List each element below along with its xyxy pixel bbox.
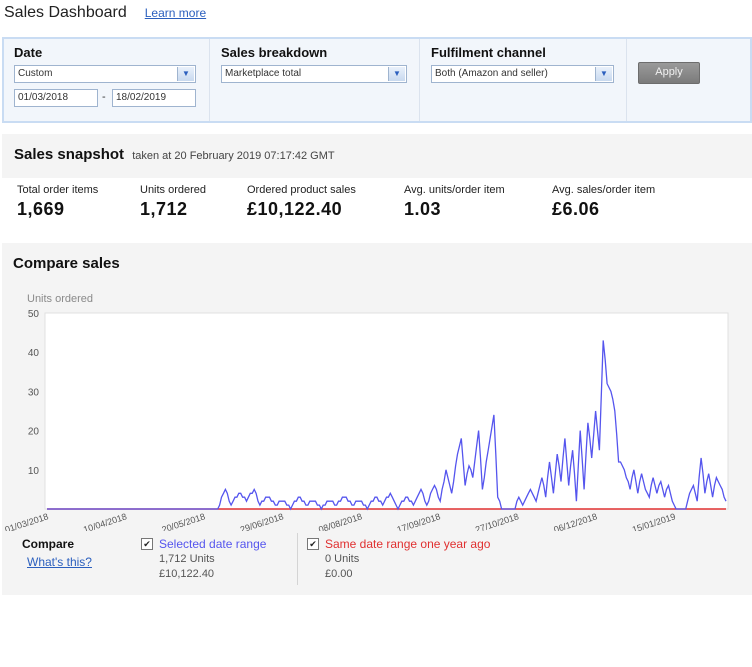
x-tick-label: 01/03/2018 xyxy=(4,511,50,531)
x-tick-label: 15/01/2019 xyxy=(631,511,677,531)
metric-value: 1,712 xyxy=(140,199,188,219)
sales-breakdown-label: Sales breakdown xyxy=(221,45,328,60)
dashboard-header: Sales Dashboard Learn more xyxy=(4,4,206,28)
metric-value: £10,122.40 xyxy=(247,199,343,219)
x-tick-label: 17/09/2018 xyxy=(396,511,442,531)
metric-units-ordered: Units ordered 1,712 xyxy=(140,184,206,220)
y-tick-label: 50 xyxy=(28,309,40,320)
y-tick-label: 40 xyxy=(28,348,40,359)
legend-sales: £10,122.40 xyxy=(159,568,215,580)
y-tick-label: 30 xyxy=(28,387,40,398)
fulfilment-channel-group: Fulfilment channel Both (Amazon and sell… xyxy=(419,39,627,121)
date-to-input[interactable]: 18/02/2019 xyxy=(112,89,196,107)
sales-breakdown-select[interactable]: Marketplace total ▼ xyxy=(221,65,407,83)
legend-units: 1,712 Units xyxy=(159,553,215,565)
dropdown-arrow-icon[interactable]: ▼ xyxy=(177,67,194,81)
whats-this-link[interactable]: What's this? xyxy=(27,555,92,569)
legend-sales: £0.00 xyxy=(325,568,353,580)
metric-label: Avg. units/order item xyxy=(404,184,505,196)
dropdown-arrow-icon[interactable]: ▼ xyxy=(595,67,612,81)
metric-label: Total order items xyxy=(17,184,99,196)
metric-total-order-items: Total order items 1,669 xyxy=(17,184,98,220)
sales-snapshot-heading: Sales snapshot taken at 20 February 2019… xyxy=(14,146,335,163)
compare-label: Compare xyxy=(22,537,75,551)
compare-legend: Compare What's this? ✔ Selected date ran… xyxy=(2,533,752,595)
metric-value: 1,669 xyxy=(17,199,65,219)
sales-snapshot-panel: Sales snapshot taken at 20 February 2019… xyxy=(2,134,752,230)
sales-snapshot-title: Sales snapshot xyxy=(14,146,125,163)
legend-divider xyxy=(297,533,298,585)
date-label: Date xyxy=(14,45,43,60)
fulfilment-channel-label: Fulfilment channel xyxy=(431,45,546,60)
metric-ordered-product-sales: Ordered product sales £10,122.40 xyxy=(247,184,356,220)
fulfilment-channel-select[interactable]: Both (Amazon and seller) ▼ xyxy=(431,65,614,83)
units-ordered-chart: Units ordered 10 20 30 40 50 01/03/2018 10/04… xyxy=(4,293,729,531)
dropdown-arrow-icon[interactable]: ▼ xyxy=(388,67,405,81)
plot-area xyxy=(44,312,729,510)
x-tick-label: 10/04/2018 xyxy=(82,511,128,531)
sales-breakdown-value: Marketplace total xyxy=(225,68,302,79)
x-tick-label: 27/10/2018 xyxy=(474,511,520,531)
x-tick-label: 06/12/2018 xyxy=(552,511,598,531)
snapshot-metrics: Total order items 1,669 Units ordered 1,… xyxy=(2,178,752,230)
selected-range-checkbox[interactable]: ✔ xyxy=(141,538,153,550)
compare-sales-panel: Compare sales Units ordered 10 20 30 40 50 0… xyxy=(2,243,752,595)
apply-button[interactable]: Apply xyxy=(638,62,700,84)
y-tick-label: 20 xyxy=(28,427,40,438)
metric-avg-sales-per-order-item: Avg. sales/order item £6.06 xyxy=(552,184,655,220)
compare-sales-title: Compare sales xyxy=(13,255,120,272)
metric-label: Avg. sales/order item xyxy=(552,184,656,196)
x-tick-label: 20/05/2018 xyxy=(160,511,206,531)
date-range-separator: - xyxy=(102,91,106,103)
legend-series-name: Selected date range xyxy=(159,537,267,551)
date-preset-value: Custom xyxy=(18,68,53,79)
y-axis-label: Units ordered xyxy=(27,293,93,305)
date-from-input[interactable]: 01/03/2018 xyxy=(14,89,98,107)
learn-more-link[interactable]: Learn more xyxy=(145,6,206,20)
date-filter-group: Date Custom ▼ 01/03/2018 - 18/02/2019 xyxy=(4,39,210,121)
legend-units: 0 Units xyxy=(325,553,360,565)
page-title: Sales Dashboard xyxy=(4,4,127,21)
year-ago-range-checkbox[interactable]: ✔ xyxy=(307,538,319,550)
x-tick-label: 29/06/2018 xyxy=(239,511,285,531)
metric-value: 1.03 xyxy=(404,199,442,219)
metric-avg-units-per-order-item: Avg. units/order item 1.03 xyxy=(404,184,505,220)
metric-label: Units ordered xyxy=(140,184,207,196)
sales-snapshot-timestamp: taken at 20 February 2019 07:17:42 GMT xyxy=(132,150,335,162)
fulfilment-channel-value: Both (Amazon and seller) xyxy=(435,68,548,79)
metric-label: Ordered product sales xyxy=(247,184,356,196)
legend-series-name: Same date range one year ago xyxy=(325,537,491,551)
metric-value: £6.06 xyxy=(552,199,600,219)
filter-bar: Date Custom ▼ 01/03/2018 - 18/02/2019 Sa… xyxy=(2,37,752,123)
date-preset-select[interactable]: Custom ▼ xyxy=(14,65,196,83)
x-tick-label: 08/08/2018 xyxy=(317,511,363,531)
sales-breakdown-group: Sales breakdown Marketplace total ▼ xyxy=(209,39,420,121)
y-tick-label: 10 xyxy=(28,466,40,477)
